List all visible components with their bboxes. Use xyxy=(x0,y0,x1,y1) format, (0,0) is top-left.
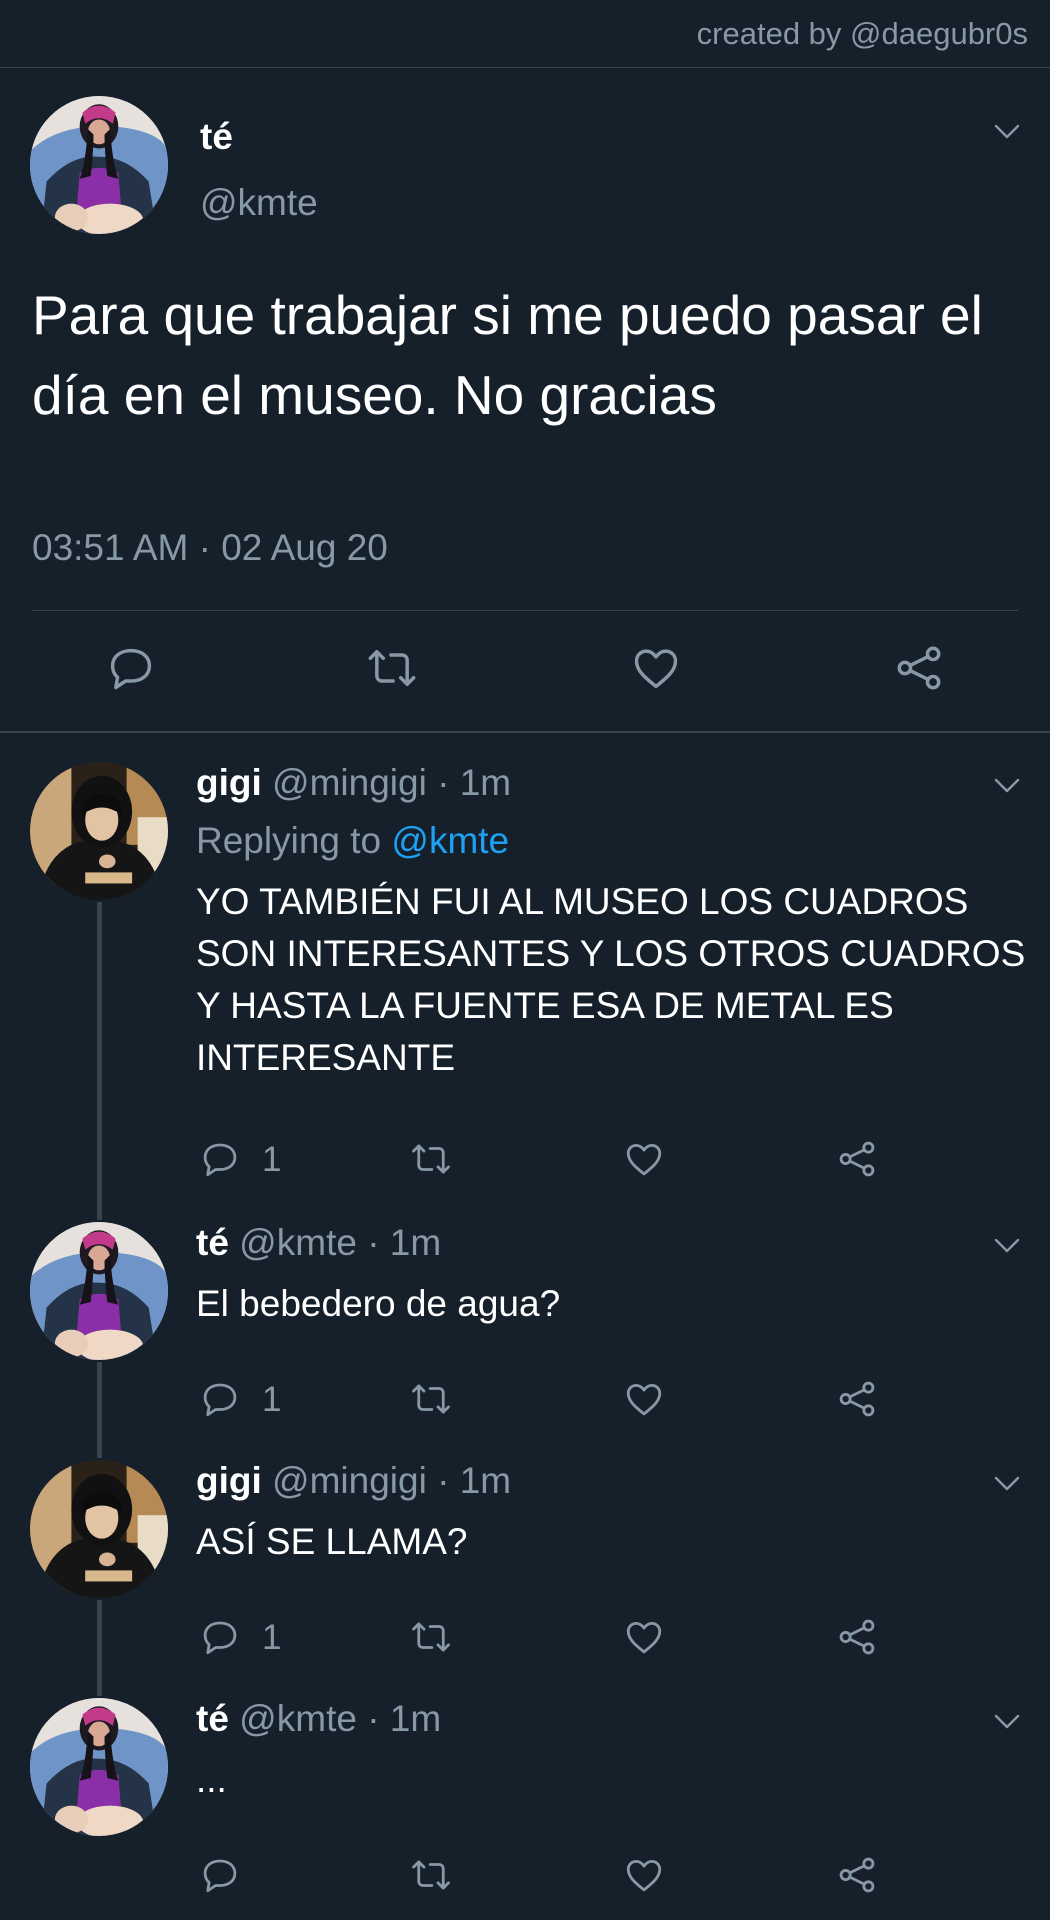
chevron-down-icon[interactable] xyxy=(992,1474,1022,1494)
reply-icon[interactable] xyxy=(199,1854,241,1896)
reply-count: 1 xyxy=(262,1380,282,1419)
reply-header: gigi @mingigi · 1m xyxy=(196,762,511,804)
chevron-down-icon[interactable] xyxy=(992,776,1022,796)
divider xyxy=(0,731,1050,733)
retweet-icon[interactable] xyxy=(410,1854,452,1896)
reply-icon[interactable] xyxy=(199,1138,241,1180)
author-handle-time: @mingigi · 1m xyxy=(261,762,512,803)
like-icon[interactable] xyxy=(630,642,682,694)
avatar[interactable] xyxy=(30,762,168,900)
reply-count: 1 xyxy=(262,1140,282,1179)
divider xyxy=(32,610,1018,611)
chevron-down-icon[interactable] xyxy=(992,122,1022,142)
author-name[interactable]: té xyxy=(196,1222,229,1263)
avatar[interactable] xyxy=(30,1222,168,1360)
author-handle[interactable]: @kmte xyxy=(200,182,318,224)
tweet-actions xyxy=(0,1854,1050,1904)
mention-link[interactable]: @kmte xyxy=(391,820,509,861)
share-icon[interactable] xyxy=(836,1138,878,1180)
reply-icon[interactable] xyxy=(105,642,157,694)
chevron-down-icon[interactable] xyxy=(992,1712,1022,1732)
author-name[interactable]: gigi xyxy=(196,1460,262,1501)
reply-header: té @kmte · 1m xyxy=(196,1222,441,1264)
chevron-down-icon[interactable] xyxy=(992,1236,1022,1256)
avatar[interactable] xyxy=(30,1460,168,1598)
divider xyxy=(0,67,1050,68)
tweet-text: Para que trabajar si me puedo pasar el d… xyxy=(32,284,983,426)
reply-icon[interactable] xyxy=(199,1378,241,1420)
tweet-text: ... xyxy=(196,1759,227,1800)
replying-to: Replying to @kmte xyxy=(196,820,509,862)
tweet-actions: 1 xyxy=(0,1616,1050,1666)
retweet-icon[interactable] xyxy=(410,1378,452,1420)
tweet-text: El bebedero de agua? xyxy=(196,1283,561,1324)
author-name[interactable]: té xyxy=(200,116,233,158)
share-icon[interactable] xyxy=(893,642,945,694)
share-icon[interactable] xyxy=(836,1854,878,1896)
retweet-icon[interactable] xyxy=(366,642,418,694)
retweet-icon[interactable] xyxy=(410,1138,452,1180)
retweet-icon[interactable] xyxy=(410,1616,452,1658)
author-handle-time: @kmte · 1m xyxy=(228,1698,442,1739)
tweet-timestamp: 03:51 AM · 02 Aug 20 xyxy=(32,527,388,568)
replying-label: Replying to xyxy=(196,820,392,861)
reply-icon[interactable] xyxy=(199,1616,241,1658)
share-icon[interactable] xyxy=(836,1616,878,1658)
like-icon[interactable] xyxy=(623,1616,665,1658)
author-name[interactable]: gigi xyxy=(196,762,262,803)
author-name[interactable]: té xyxy=(196,1698,229,1739)
tweet-text: ASÍ SE LLAMA? xyxy=(196,1521,468,1562)
tweet-text: YO TAMBIÉN FUI AL MUSEO LOS CUADROS SON … xyxy=(196,881,1026,1078)
author-handle-time: @mingigi · 1m xyxy=(261,1460,512,1501)
like-icon[interactable] xyxy=(623,1854,665,1896)
tweet-actions: 1 xyxy=(0,1378,1050,1428)
reply-header: té @kmte · 1m xyxy=(196,1698,441,1740)
author-handle-time: @kmte · 1m xyxy=(228,1222,442,1263)
share-icon[interactable] xyxy=(836,1378,878,1420)
tweet-actions: 1 xyxy=(0,1138,1050,1188)
like-icon[interactable] xyxy=(623,1378,665,1420)
watermark-credit: created by @daegubr0s xyxy=(696,16,1028,51)
avatar[interactable] xyxy=(30,96,168,234)
like-icon[interactable] xyxy=(623,1138,665,1180)
reply-count: 1 xyxy=(262,1618,282,1657)
reply-header: gigi @mingigi · 1m xyxy=(196,1460,511,1502)
avatar[interactable] xyxy=(30,1698,168,1836)
